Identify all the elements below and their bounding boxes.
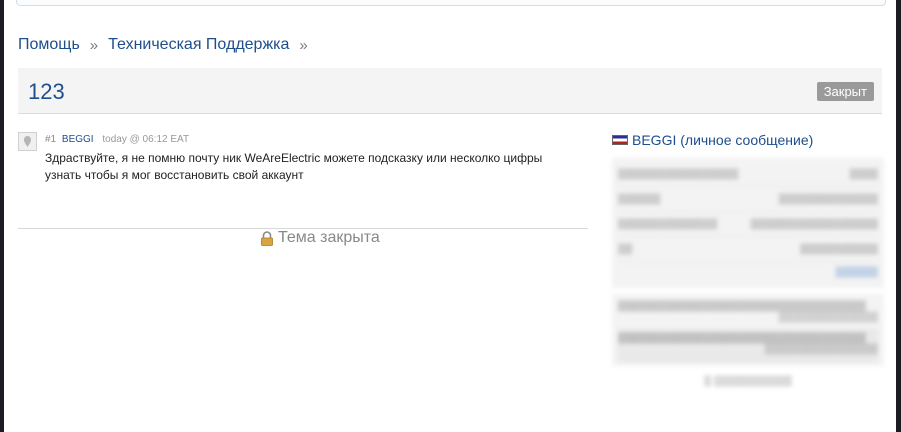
info-row: ▒▒▒▒▒▒▒▒▒▒▒▒▒▒▒▒▒ ▒▒▒▒ (618, 162, 878, 187)
post-body: Здраствуйте, я не помню почту ник WeAreE… (45, 151, 543, 182)
breadcrumb-separator: » (89, 36, 99, 54)
history-box: ▒▒▒▒▒▒▒▒▒▒▒▒▒▒▒▒▒▒▒▒▒▒▒▒▒▒▒▒▒▒▒▒▒▒▒ ▒▒▒▒… (612, 294, 884, 366)
info-row: ▒▒ ▒▒▒▒▒▒▒▒▒▒▒ (618, 237, 878, 262)
sidebar-header-link[interactable]: BEGGI (личное сообщение) (632, 132, 813, 148)
topic-closed-text: Тема закрыта (278, 229, 380, 246)
top-strip (16, 0, 886, 6)
post-meta: #1 BEGGI today @ 06:12 EAT (45, 134, 189, 145)
sidebar-header[interactable]: BEGGI (личное сообщение) (612, 132, 884, 148)
info-row: ▒▒▒▒▒▒ ▒▒▒▒▒▒▒▒▒▒▒▒▒▒ (618, 187, 878, 212)
info-more-link[interactable]: ▒▒▒▒▒▒ (618, 262, 878, 284)
flag-icon (612, 135, 628, 145)
info-row: ▒▒▒▒▒▒▒▒▒▒▒▒▒▒ ▒▒▒▒▒▒▒▒▒▒▒▒▒▒▒▒▒▒ (618, 212, 878, 237)
topic-title: 123 (28, 79, 65, 104)
status-badge: Закрыт (816, 82, 874, 101)
user-info-box: ▒▒▒▒▒▒▒▒▒▒▒▒▒▒▒▒▒ ▒▒▒▒ ▒▒▒▒▒▒ ▒▒▒▒▒▒▒▒▒▒▒▒… (612, 158, 884, 288)
topic-closed-notice: Тема закрыта (260, 229, 380, 247)
user-placeholder-icon (24, 136, 31, 147)
page: Помощь » Техническая Поддержка » 123 Зак… (4, 0, 896, 432)
topic-title-bar: 123 Закрыт (18, 68, 882, 114)
post-author[interactable]: BEGGI (62, 134, 94, 145)
avatar[interactable] (18, 132, 37, 151)
history-item[interactable]: ▒▒▒▒▒▒▒▒▒▒▒▒▒▒▒▒▒▒▒▒▒▒▒▒▒▒▒▒▒▒▒▒▒▒▒ ▒▒▒▒… (618, 330, 878, 362)
history-item[interactable]: ▒▒▒▒▒▒▒▒▒▒▒▒▒▒▒▒▒▒▒▒▒▒▒▒▒▒▒▒▒▒▒▒▒▒▒ ▒▒▒▒… (618, 298, 878, 330)
post-time: today @ 06:12 EAT (102, 134, 190, 145)
post-number[interactable]: #1 (45, 134, 56, 145)
sidebar: BEGGI (личное сообщение) ▒▒▒▒▒▒▒▒▒▒▒▒▒▒▒… (612, 132, 884, 387)
breadcrumb-item-help[interactable]: Помощь (18, 36, 80, 54)
breadcrumb-separator: » (299, 36, 308, 54)
breadcrumb-item-tech-support[interactable]: Техническая Поддержка (108, 36, 289, 54)
lock-icon (261, 230, 273, 246)
breadcrumb: Помощь » Техническая Поддержка » (18, 36, 318, 54)
sidebar-action-button[interactable]: ▒ ▒▒▒▒▒▒▒▒▒▒▒ (612, 376, 884, 387)
